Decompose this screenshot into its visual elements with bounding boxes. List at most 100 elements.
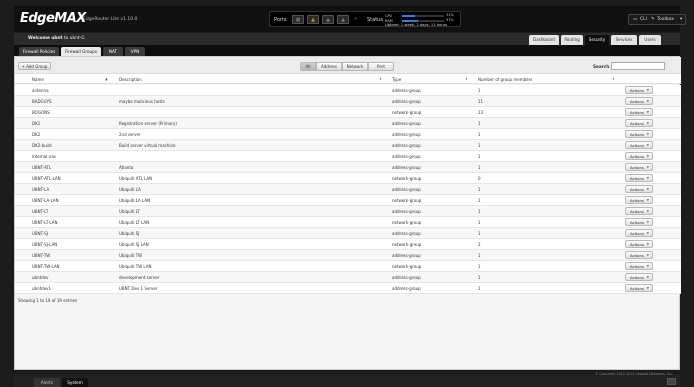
status-label: Status (367, 17, 383, 23)
actions-dropdown[interactable]: Actions ▾ (625, 119, 653, 127)
actions-dropdown[interactable]: Actions ▾ (625, 152, 653, 160)
filter-port-button[interactable]: Port (368, 62, 394, 71)
actions-dropdown[interactable]: Actions ▾ (625, 262, 653, 270)
group-members-cell: 1 (478, 88, 481, 93)
column-name[interactable]: Name (32, 77, 44, 82)
actions-label: Actions (630, 121, 644, 126)
search-label: Search (593, 64, 610, 69)
actions-dropdown[interactable]: Actions ▾ (625, 130, 653, 138)
tab-vpn[interactable]: VPN (125, 47, 145, 56)
actions-dropdown[interactable]: Actions ▾ (625, 185, 653, 193)
sort-icon[interactable]: ⇕ (379, 77, 382, 81)
group-type-cell: network-group (392, 198, 422, 203)
chevron-down-icon: ▾ (647, 220, 649, 224)
group-members-cell: 1 (478, 154, 481, 159)
column-description[interactable]: Description (119, 77, 142, 82)
actions-dropdown[interactable]: Actions ▾ (625, 207, 653, 215)
actions-dropdown[interactable]: Actions ▾ (625, 163, 653, 171)
chevron-down-icon: ▾ (647, 198, 649, 202)
port-eth2-icon[interactable]: ▲ (322, 15, 334, 24)
sort-icon[interactable]: ⇕ (465, 77, 468, 81)
actions-dropdown[interactable]: Actions ▾ (625, 218, 653, 226)
group-members-cell: 1 (478, 231, 481, 236)
tab-routing[interactable]: Routing (561, 35, 583, 45)
group-name-cell: UBNT-ATL-LAN (32, 176, 61, 181)
actions-label: Actions (630, 220, 644, 225)
group-name-cell: UBNT-TW-LAN (32, 264, 60, 269)
table-row: UBNT-SJ Ubiquiti SJ address-group 1 Actions ▾ (15, 228, 681, 239)
toolbox-label[interactable]: Toolbox (657, 15, 674, 25)
tab-services[interactable]: Services (611, 35, 637, 45)
sort-asc-icon[interactable]: ▲ (105, 77, 108, 81)
table-row: ubntdev1 UBNT Dev 1 Server address-group 1 A… (15, 283, 681, 294)
filter-all-button[interactable]: All (300, 62, 316, 71)
column-type[interactable]: Type (392, 77, 401, 82)
table-row: UBNT-SJ-LAN Ubiquiti SJ LAN network-group 2… (15, 239, 681, 250)
table-row: UBNT-LT Ubiquiti LT address-group 1 Actions ▾ (15, 206, 681, 217)
search-input[interactable] (611, 62, 665, 70)
cli-label[interactable]: CLI (640, 15, 647, 25)
add-group-button[interactable]: + Add Group (18, 62, 51, 70)
firmware-version: EdgeRouter Lite v1.10.0 (83, 17, 138, 22)
group-type-cell: network-group (392, 242, 422, 247)
tab-dashboard[interactable]: Dashboard (529, 35, 559, 45)
filter-address-button[interactable]: Address (316, 62, 342, 71)
tab-nat[interactable]: NAT (103, 47, 123, 56)
tab-users[interactable]: Users (639, 35, 661, 45)
filter-network-button[interactable]: Network (342, 62, 368, 71)
tab-alerts[interactable]: Alerts (34, 378, 60, 387)
group-description-cell: Ubiquiti LA (119, 187, 141, 192)
expand-icon[interactable] (667, 378, 676, 385)
group-type-cell: network-group (392, 264, 422, 269)
port-eth1-icon[interactable]: ▲ (307, 15, 319, 24)
sort-icon[interactable]: ⇕ (612, 77, 615, 81)
cpu-meter (402, 15, 444, 17)
group-type-cell: address-group (392, 99, 421, 104)
group-name-cell: DK1 (32, 121, 41, 126)
actions-dropdown[interactable]: Actions ▾ (625, 196, 653, 204)
actions-dropdown[interactable]: Actions ▾ (625, 108, 653, 116)
actions-dropdown[interactable]: Actions ▾ (625, 273, 653, 281)
tab-firewall-policies[interactable]: Firewall Policies (19, 47, 59, 56)
ports-more-icon[interactable]: » (354, 16, 357, 22)
tab-security[interactable]: Security (585, 35, 609, 45)
cli-toolbox-button[interactable]: ▭ CLI ✎ Toolbox ▾ (628, 14, 686, 25)
group-name-cell: UBNT-LT (32, 209, 49, 214)
actions-dropdown[interactable]: Actions ▾ (625, 97, 653, 105)
group-members-cell: 1 (478, 198, 481, 203)
tab-system[interactable]: System (62, 378, 88, 387)
group-description-cell: maybe malicious hosts (119, 99, 165, 104)
table-info: Showing 1 to 19 of 19 entries (18, 298, 78, 303)
welcome-suffix: to ubnt-G (63, 36, 85, 41)
group-name-cell: UBNT-ATL (32, 165, 52, 170)
actions-label: Actions (630, 132, 644, 137)
actions-dropdown[interactable]: Actions ▾ (625, 174, 653, 182)
group-description-cell: Ubiquiti SJ LAN (119, 242, 149, 247)
column-members[interactable]: Number of group members (478, 77, 532, 82)
actions-label: Actions (630, 143, 644, 148)
table-row: UBNT-LT-LAN Ubiquiti LT LAN network-group 1… (15, 217, 681, 228)
group-members-cell: 1 (478, 220, 481, 225)
chevron-down-icon: ▾ (647, 209, 649, 213)
cpu-percent: 31% (446, 13, 454, 17)
actions-dropdown[interactable]: Actions ▾ (625, 229, 653, 237)
tab-firewall-groups[interactable]: Firewall Groups (61, 47, 101, 56)
group-description-cell: Ubiquiti TW (119, 253, 143, 258)
actions-dropdown[interactable]: Actions ▾ (625, 86, 653, 94)
port-eth0-icon[interactable]: ■ (292, 15, 304, 24)
actions-dropdown[interactable]: Actions ▾ (625, 284, 653, 292)
table-row: DK2 2nd server address-group 1 Actions ▾ (15, 129, 681, 140)
sub-tab-bar: Firewall Policies Firewall Groups NAT VP… (14, 45, 680, 56)
group-description-cell: development server (119, 275, 160, 280)
table-row: internal-nas address-group 1 Actions ▾ (15, 151, 681, 162)
group-description-cell: UBNT Dev 1 Server (119, 286, 158, 291)
actions-dropdown[interactable]: Actions ▾ (625, 251, 653, 259)
actions-dropdown[interactable]: Actions ▾ (625, 240, 653, 248)
table-row: BOGONS network-group 13 Actions ▾ (15, 107, 681, 118)
group-type-cell: address-group (392, 286, 421, 291)
top-header: EdgeMAX EdgeRouter Lite v1.10.0 Ports ■ … (14, 6, 686, 32)
port-eth3-icon[interactable]: ▲ (337, 15, 349, 24)
group-members-cell: 13 (478, 110, 484, 115)
actions-label: Actions (630, 110, 644, 115)
actions-dropdown[interactable]: Actions ▾ (625, 141, 653, 149)
